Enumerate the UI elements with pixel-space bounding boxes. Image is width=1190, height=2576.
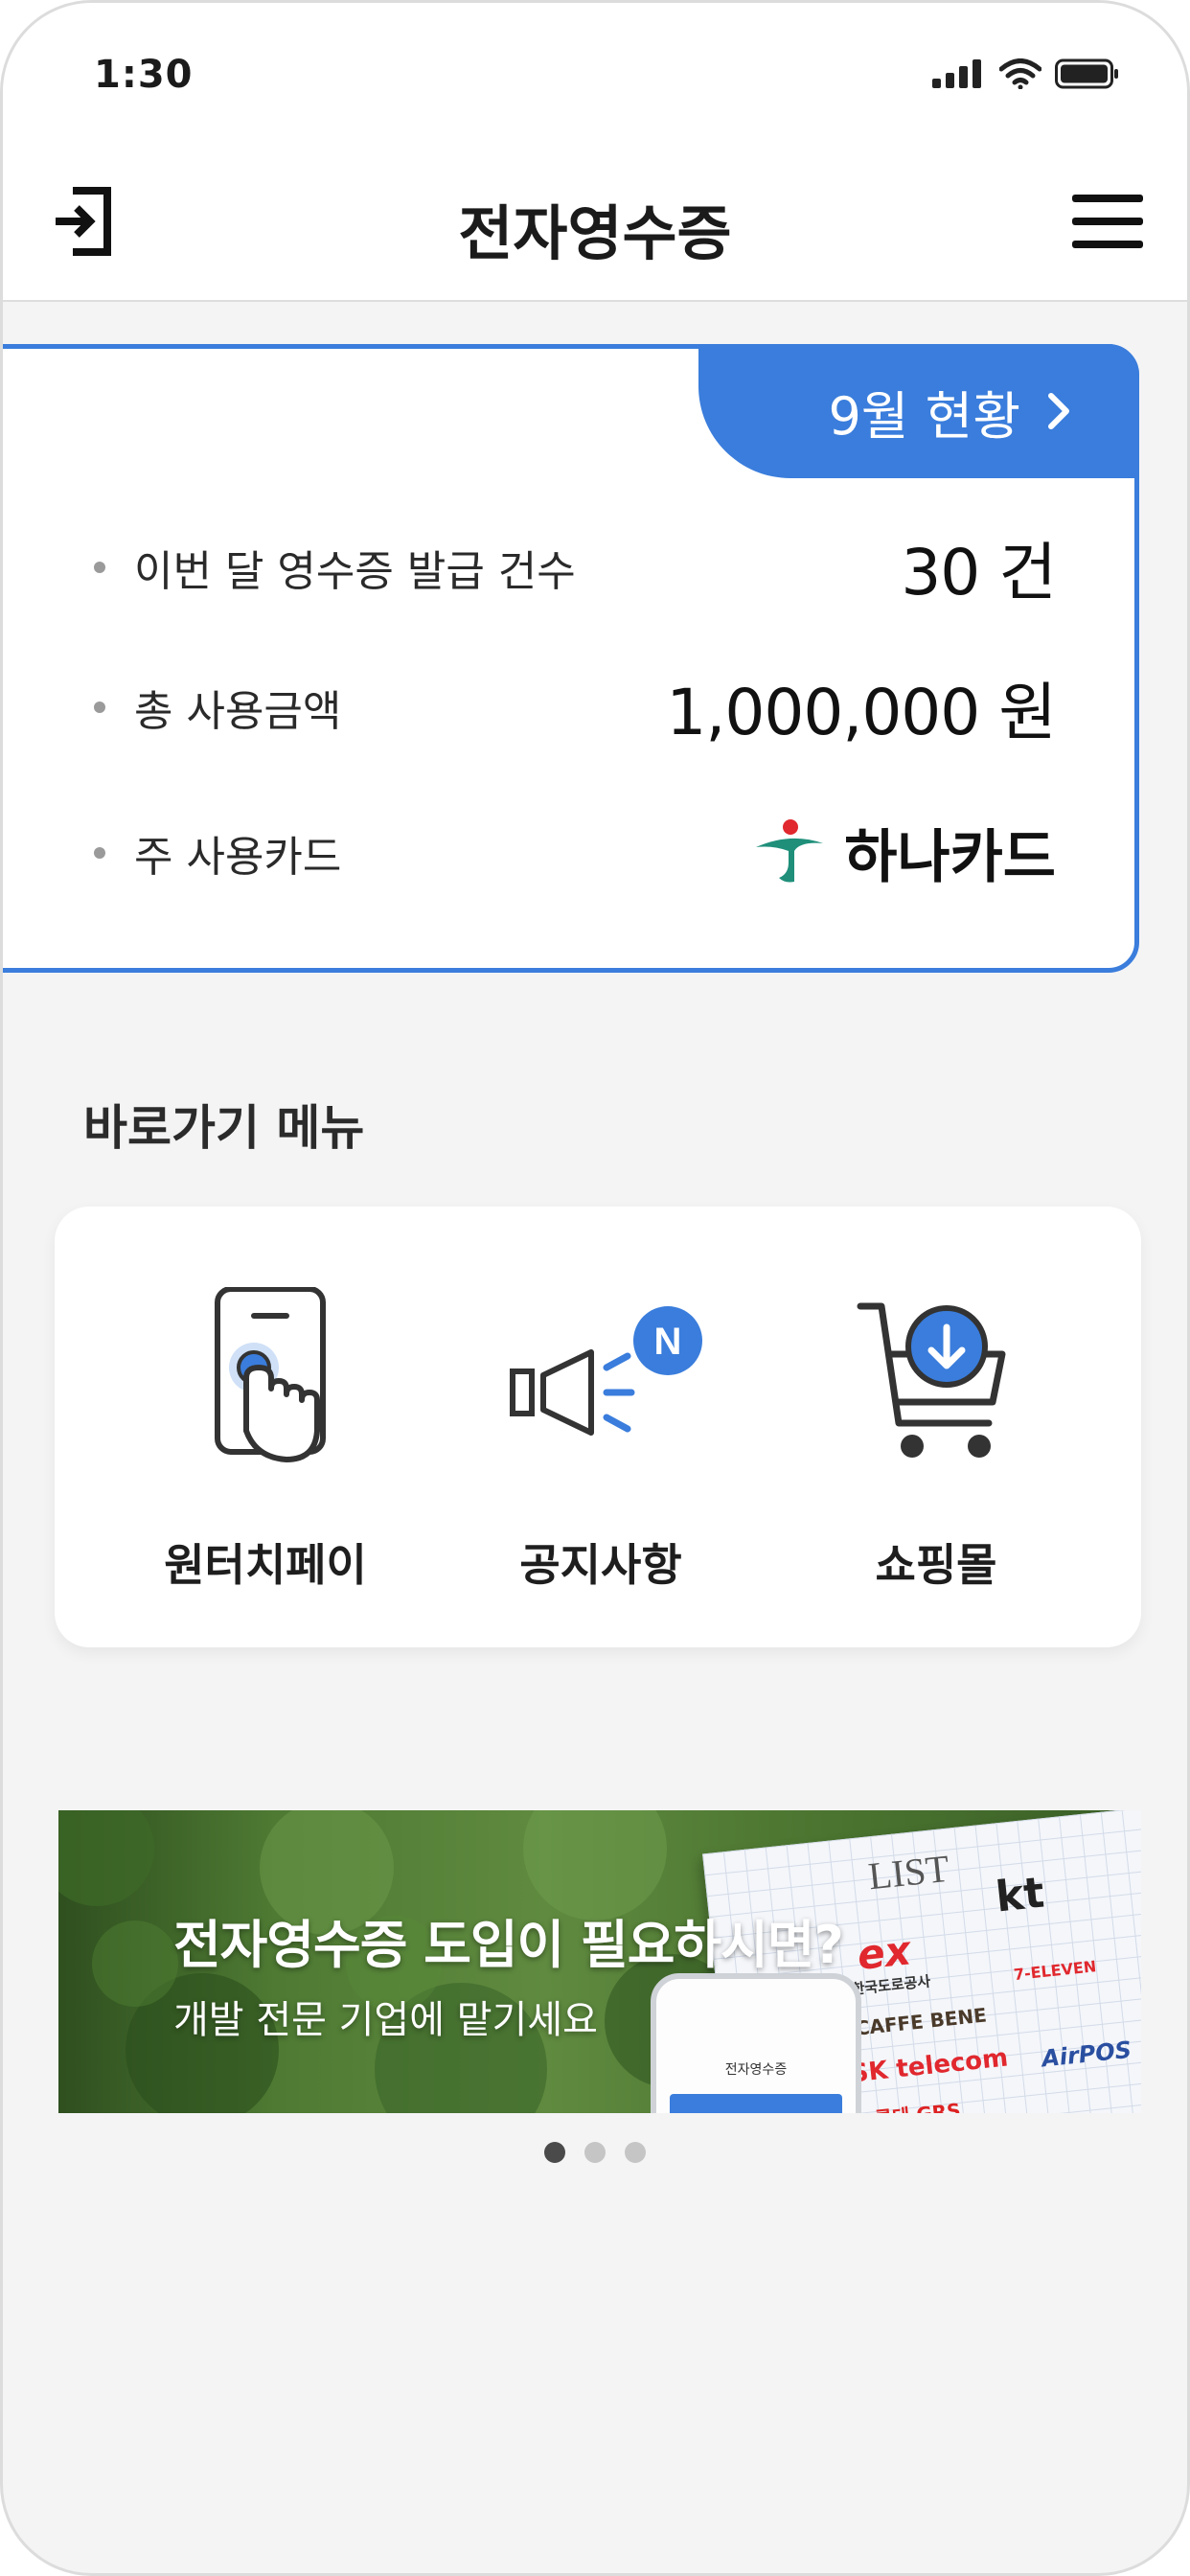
shortcut-onetouch-pay[interactable]: 원터치페이 <box>122 1207 409 1647</box>
receipt-count-label: 이번 달 영수증 발급 건수 <box>134 547 576 596</box>
wifi-icon <box>999 58 1041 89</box>
chevron-right-icon <box>1048 393 1069 429</box>
megaphone-icon: N <box>510 1306 702 1436</box>
touch-pay-icon <box>215 1287 326 1462</box>
shortcut-notice-label: 공지사항 <box>519 1539 682 1591</box>
banner-phone-mockup: 전자영수증 <box>651 1973 861 2113</box>
shopping-cart-icon <box>857 1302 1006 1458</box>
notice-new-badge: N <box>654 1321 682 1363</box>
logo-caffe-bene: CAFFE BENE <box>854 2003 988 2040</box>
hamburger-icon <box>1072 195 1143 248</box>
banner-phone-card <box>670 2094 842 2113</box>
status-bar: 1:30 <box>3 3 1187 147</box>
status-icons <box>932 58 1120 89</box>
bullet-icon <box>94 846 105 859</box>
total-amount-value: 1,000,000 원 <box>666 676 1057 749</box>
total-amount-row: 총 사용금액 1,000,000 원 <box>94 661 1057 753</box>
promo-banner[interactable]: LIST kt ex 한국도로공사 7-ELEVEN CAFFE BENE SK… <box>58 1810 1141 2113</box>
hana-logo-icon <box>756 818 824 882</box>
shortcut-onetouch-pay-label: 원터치페이 <box>164 1539 367 1591</box>
phone-screen: 1:30 전자영수증 9월 현황 이번 달 영수증 발급 건수 30 건 총 사… <box>0 0 1190 2576</box>
main-card-brand-name: 하나카드 <box>844 824 1056 891</box>
shortcut-shopping-mall[interactable]: 쇼핑몰 <box>792 1207 1080 1647</box>
banner-pager <box>3 2142 1187 2163</box>
main-card-row: 주 사용카드 하나카드 <box>94 811 1056 894</box>
pager-dot[interactable] <box>584 2142 606 2163</box>
banner-subtext: 개발 전문 기업에 맡기세요 <box>173 1998 598 2042</box>
hana-card-logo: 하나카드 <box>752 811 1056 894</box>
logo-7eleven: 7-ELEVEN <box>1013 1957 1098 1985</box>
battery-icon <box>1055 58 1118 89</box>
logo-lotte-grs: 롯데 GRS <box>873 2095 962 2113</box>
logo-ex: ex <box>855 1926 913 1979</box>
logo-kt: kt <box>993 1868 1047 1922</box>
month-status-tab[interactable]: 9월 현황 <box>698 344 1139 478</box>
page-title: 전자영수증 <box>458 198 732 268</box>
receipt-count-value: 30 건 <box>901 536 1057 610</box>
month-status-label: 9월 현황 <box>828 385 1020 447</box>
receipt-count-row: 이번 달 영수증 발급 건수 30 건 <box>94 521 1057 613</box>
app-header: 전자영수증 <box>3 147 1187 302</box>
logo-airpos: AirPOS <box>1040 2036 1133 2073</box>
monthly-summary-card: 9월 현황 이번 달 영수증 발급 건수 30 건 총 사용금액 1,000,0… <box>3 344 1139 973</box>
pager-dot[interactable] <box>544 2142 565 2163</box>
bullet-icon <box>94 562 105 573</box>
main-card-label: 주 사용카드 <box>134 832 342 882</box>
menu-button[interactable] <box>1066 185 1149 258</box>
shortcut-shopping-mall-label: 쇼핑몰 <box>875 1539 997 1591</box>
brand-list-title: LIST <box>866 1846 951 1898</box>
banner-phone-title: 전자영수증 <box>724 2062 788 2078</box>
pager-dot[interactable] <box>625 2142 646 2163</box>
signal-icon <box>932 59 981 88</box>
status-time: 1:30 <box>94 53 194 97</box>
shortcut-notice[interactable]: N 공지사항 <box>457 1207 744 1647</box>
logo-sk-telecom: SK telecom <box>849 2043 1010 2089</box>
shortcut-section-title: 바로가기 메뉴 <box>83 1100 365 1156</box>
banner-headline: 전자영수증 도입이 필요하시면? <box>173 1915 844 1975</box>
bullet-icon <box>94 702 105 713</box>
total-amount-label: 총 사용금액 <box>134 687 342 736</box>
shortcut-menu-card: 원터치페이 N 공지사항 쇼핑몰 <box>55 1207 1141 1647</box>
